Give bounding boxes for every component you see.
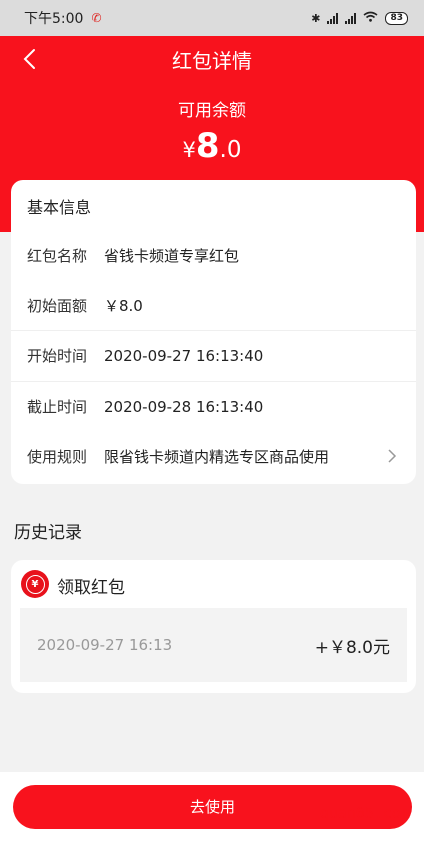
history-card: ¥ 领取红包 2020-09-27 16:13 +￥8.0元 (11, 560, 416, 693)
record-time: 2020-09-27 16:13 (37, 636, 173, 654)
amount-decimal: .0 (219, 137, 242, 163)
info-value: 省钱卡频道专享红包 (104, 246, 240, 265)
phone-call-icon: ✆ (91, 11, 102, 25)
red-packet-icon: ¥ (21, 570, 49, 598)
balance-amount: ¥8.0 (0, 126, 424, 166)
signal-icon (327, 12, 339, 24)
status-time: 下午5:00 (24, 11, 84, 27)
battery-indicator: 83 (385, 11, 408, 25)
info-row-name: 红包名称 省钱卡频道专享红包 (11, 230, 416, 280)
yuan-icon: ¥ (25, 574, 45, 594)
basic-info-card: 基本信息 红包名称 省钱卡频道专享红包 初始面额 ￥8.0 开始时间 2020-… (11, 180, 416, 484)
history-record: 2020-09-27 16:13 +￥8.0元 (20, 608, 407, 682)
amount-integer: 8 (195, 126, 220, 166)
info-row-initial-amount: 初始面额 ￥8.0 (11, 280, 416, 330)
info-value: 限省钱卡频道内精选专区商品使用 (104, 447, 330, 466)
info-key: 截止时间 (27, 398, 88, 416)
status-icons: ✱ 83 (311, 11, 408, 25)
wifi-icon (363, 11, 378, 25)
basic-info-title: 基本信息 (27, 198, 92, 217)
info-row-end-time: 截止时间 2020-09-28 16:13:40 (11, 381, 416, 431)
info-value: ￥8.0 (104, 296, 143, 315)
bluetooth-icon: ✱ (311, 11, 321, 25)
info-key: 初始面额 (27, 296, 88, 315)
history-card-title: 领取红包 (57, 578, 125, 598)
info-value: 2020-09-27 16:13:40 (104, 346, 264, 365)
chevron-right-icon (388, 449, 397, 463)
page-title: 红包详情 (172, 49, 252, 73)
history-title: 历史记录 (14, 523, 82, 543)
record-amount: +￥8.0元 (314, 637, 390, 658)
info-row-usage-rules[interactable]: 使用规则 限省钱卡频道内精选专区商品使用 (11, 431, 416, 481)
info-key: 开始时间 (27, 347, 88, 365)
signal-icon-2 (345, 12, 357, 24)
info-row-start-time: 开始时间 2020-09-27 16:13:40 (11, 330, 416, 380)
balance-label: 可用余额 (178, 101, 246, 121)
currency-symbol: ¥ (182, 138, 196, 162)
info-value: 2020-09-28 16:13:40 (104, 397, 264, 416)
status-bar: 下午5:00 ✆ ✱ 83 (0, 0, 424, 36)
info-key: 使用规则 (27, 447, 88, 466)
info-key: 红包名称 (27, 246, 88, 265)
watermark: quan05.com (319, 804, 410, 822)
